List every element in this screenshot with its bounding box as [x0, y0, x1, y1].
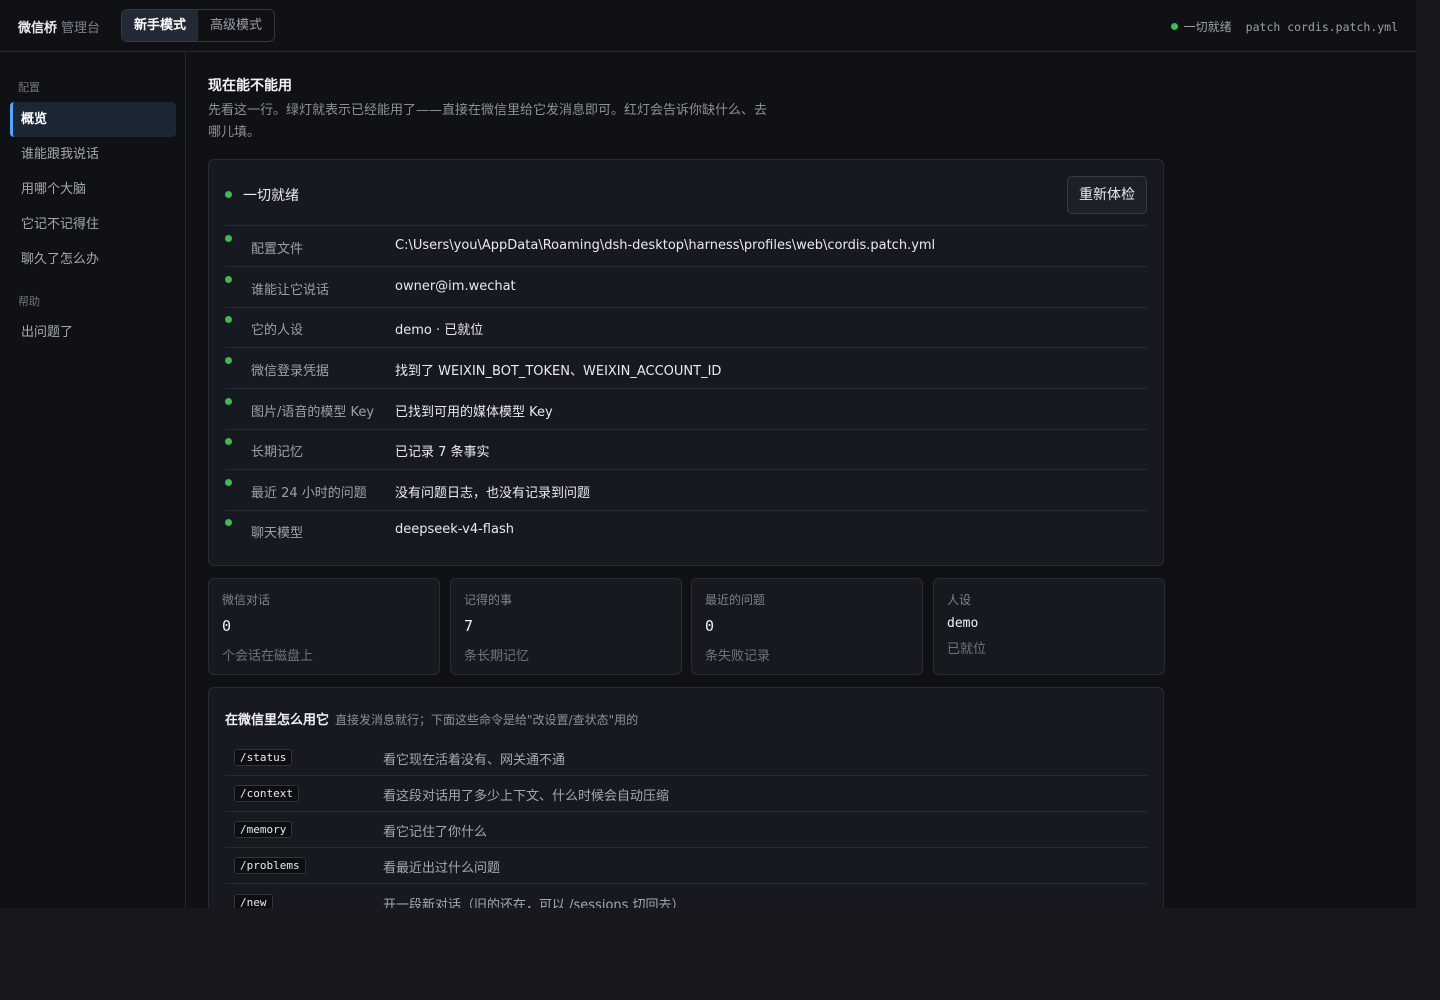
stat-value: 0 [705, 617, 715, 635]
check-ok-dot-icon [225, 276, 232, 283]
check-ok-dot-icon [225, 519, 232, 526]
health-headline: 一切就绪 [243, 188, 299, 204]
sidebar-item-which-brain[interactable]: 用哪个大脑 [10, 172, 176, 207]
stat-value: 0 [222, 617, 232, 635]
check-row-persona: 它的人设 demo · 已就位 [225, 308, 1147, 348]
command-code: /memory [234, 821, 293, 838]
app-window: 微信桥 管理台 新手模式 高级模式 一切就绪 patch cordis.patch… [0, 0, 1416, 908]
health-status-dot-icon [225, 191, 232, 198]
stat-label: 人设 [947, 593, 972, 607]
mode-advanced-button[interactable]: 高级模式 [198, 10, 274, 41]
command-description: 看最近出过什么问题 [383, 861, 501, 876]
check-key: 谁能让它说话 [251, 283, 330, 298]
command-description: 看它记住了你什么 [383, 825, 488, 840]
check-key: 它的人设 [251, 323, 304, 338]
check-ok-dot-icon [225, 235, 232, 242]
app-name: 微信桥 [18, 21, 58, 36]
health-card: 一切就绪 重新体检 配置文件 C:\Users\you\AppData\Roam… [208, 159, 1164, 566]
check-value: 已找到可用的媒体模型 Key [395, 405, 553, 420]
stat-sub: 条失败记录 [705, 649, 771, 664]
sidebar-item-long-chat[interactable]: 聊久了怎么办 [10, 242, 176, 277]
command-row-problems: /problems 看最近出过什么问题 [225, 848, 1147, 884]
command-code: /problems [234, 857, 306, 874]
stat-label: 记得的事 [464, 593, 513, 607]
commands-description: 直接发消息就行；下面这些命令是给"改设置/查状态"用的 [335, 713, 639, 727]
stat-sub: 个会话在磁盘上 [222, 649, 314, 664]
stat-card-problems: 最近的问题 0 条失败记录 [691, 578, 923, 675]
top-bar: 微信桥 管理台 新手模式 高级模式 一切就绪 patch cordis.patch… [0, 0, 1416, 52]
check-row-config-file: 配置文件 C:\Users\you\AppData\Roaming\dsh-de… [225, 227, 1147, 267]
sidebar-item-troubleshoot[interactable]: 出问题了 [10, 315, 176, 350]
check-key: 微信登录凭据 [251, 364, 330, 379]
status-dot-icon [1170, 23, 1178, 30]
top-status: 一切就绪 patch cordis.patch.yml [1170, 18, 1398, 35]
check-value: demo · 已就位 [395, 323, 484, 338]
stat-value: demo [947, 616, 979, 631]
mode-switch: 新手模式 高级模式 [121, 9, 276, 42]
sidebar: 配置 概览 谁能跟我说话 用哪个大脑 它记不记得住 聊久了怎么办 帮助 出问题了 [0, 52, 186, 908]
check-ok-dot-icon [225, 316, 232, 323]
mode-beginner-button[interactable]: 新手模式 [122, 10, 199, 41]
top-status-text: 一切就绪 [1183, 20, 1232, 34]
command-description: 看这段对话用了多少上下文、什么时候会自动压缩 [383, 789, 670, 804]
check-value: 找到了 WEIXIN_BOT_TOKEN、WEIXIN_ACCOUNT_ID [395, 364, 722, 379]
check-value: 没有问题日志，也没有记录到问题 [395, 486, 591, 501]
command-code: /context [234, 785, 299, 802]
check-row-chat-model: 聊天模型 deepseek-v4-flash [225, 511, 1147, 551]
check-key: 长期记忆 [251, 445, 304, 460]
check-ok-dot-icon [225, 479, 232, 486]
command-description: 开一段新对话（旧的还在，可以 /sessions 切回去） [383, 898, 685, 908]
sidebar-item-overview[interactable]: 概览 [10, 102, 176, 137]
stat-sub: 已就位 [947, 642, 987, 657]
command-row-context: /context 看这段对话用了多少上下文、什么时候会自动压缩 [225, 776, 1147, 812]
check-value: C:\Users\you\AppData\Roaming\dsh-desktop… [395, 238, 936, 253]
stat-card-conversations: 微信对话 0 个会话在磁盘上 [208, 578, 440, 675]
check-row-long-term-memory: 长期记忆 已记录 7 条事实 [225, 430, 1147, 470]
commands-card: 在微信里怎么用它 直接发消息就行；下面这些命令是给"改设置/查状态"用的 /sta… [208, 687, 1164, 908]
stat-card-memories: 记得的事 7 条长期记忆 [450, 578, 682, 675]
page-title: 现在能不能用 [208, 78, 292, 94]
check-ok-dot-icon [225, 357, 232, 364]
stat-card-persona: 人设 demo 已就位 [933, 578, 1165, 675]
check-key: 图片/语音的模型 Key [251, 405, 375, 420]
check-value: deepseek-v4-flash [395, 522, 514, 537]
patch-file-label: patch cordis.patch.yml [1245, 19, 1398, 34]
command-description: 看它现在活着没有、网关通不通 [383, 753, 566, 768]
command-code: /status [234, 749, 293, 766]
check-ok-dot-icon [225, 438, 232, 445]
check-key: 配置文件 [251, 242, 304, 257]
check-value: owner@im.wechat [395, 279, 516, 294]
command-row-memory: /memory 看它记住了你什么 [225, 812, 1147, 848]
sidebar-item-who-can-talk[interactable]: 谁能跟我说话 [10, 137, 176, 172]
sidebar-group-config: 配置 [18, 81, 40, 94]
sidebar-item-memory[interactable]: 它记不记得住 [10, 207, 176, 242]
page-description: 先看这一行。绿灯就表示已经能用了——直接在微信里给它发消息即可。红灯会告诉你缺什… [208, 103, 768, 140]
app-subtitle: 管理台 [61, 21, 101, 36]
commands-heading: 在微信里怎么用它 直接发消息就行；下面这些命令是给"改设置/查状态"用的 [225, 709, 638, 728]
stat-sub: 条长期记忆 [464, 649, 530, 664]
brand: 微信桥 管理台 [18, 17, 100, 36]
health-header: 一切就绪 重新体检 [225, 176, 1147, 226]
check-ok-dot-icon [225, 398, 232, 405]
check-row-allowed-users: 谁能让它说话 owner@im.wechat [225, 268, 1147, 308]
stat-label: 最近的问题 [705, 593, 766, 607]
commands-title: 在微信里怎么用它 [225, 713, 330, 728]
command-row-new: /new 开一段新对话（旧的还在，可以 /sessions 切回去） [225, 885, 1147, 908]
check-key: 最近 24 小时的问题 [251, 486, 367, 501]
check-row-recent-problems: 最近 24 小时的问题 没有问题日志，也没有记录到问题 [225, 471, 1147, 511]
sidebar-group-help: 帮助 [18, 295, 40, 308]
stat-value: 7 [464, 617, 474, 635]
recheck-button[interactable]: 重新体检 [1067, 176, 1147, 214]
command-row-status: /status 看它现在活着没有、网关通不通 [225, 740, 1147, 776]
check-key: 聊天模型 [251, 526, 304, 541]
command-code: /new [234, 894, 273, 908]
check-value: 已记录 7 条事实 [395, 445, 490, 460]
check-row-wechat-credentials: 微信登录凭据 找到了 WEIXIN_BOT_TOKEN、WEIXIN_ACCOU… [225, 349, 1147, 389]
check-row-media-model-key: 图片/语音的模型 Key 已找到可用的媒体模型 Key [225, 390, 1147, 430]
stat-label: 微信对话 [222, 593, 271, 607]
